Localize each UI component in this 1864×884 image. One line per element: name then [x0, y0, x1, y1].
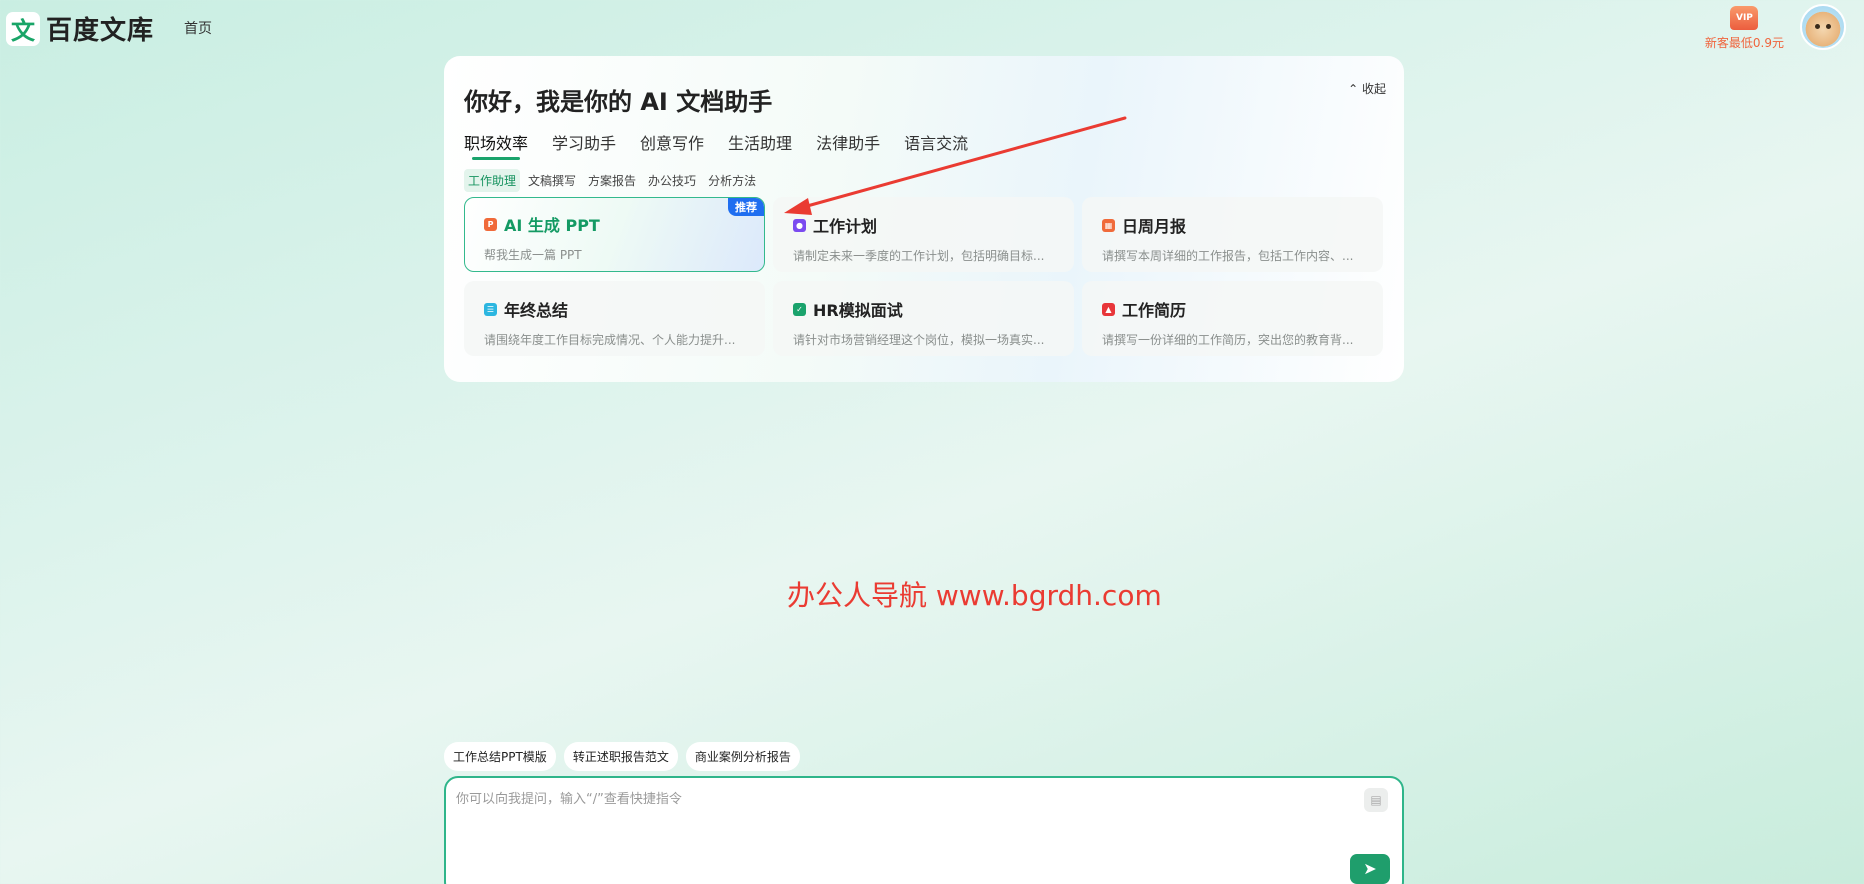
subtab-work-assistant[interactable]: 工作助理 — [464, 169, 521, 192]
nav-home-link[interactable]: 首页 — [184, 18, 212, 38]
chat-input-box: ▤ ➤ — [444, 776, 1404, 884]
tab-language[interactable]: 语言交流 — [904, 130, 968, 160]
vip-promo-text: 新客最低0.9元 — [1704, 36, 1784, 50]
card-title: 年终总结 — [504, 301, 569, 320]
card-year-summary[interactable]: ☰ 年终总结 请围绕年度工作目标完成情况、个人能力提升... — [464, 281, 765, 356]
chevron-up-icon: ⌃ — [1348, 82, 1359, 96]
logo[interactable]: 文 百度文库 — [6, 10, 154, 47]
subtab-writing[interactable]: 文稿撰写 — [524, 169, 580, 192]
watermark-text: 办公人导航 www.bgrdh.com — [787, 579, 1162, 612]
recommend-badge: 推荐 — [728, 198, 764, 216]
subtab-proposal[interactable]: 方案报告 — [584, 169, 640, 192]
user-avatar[interactable] — [1800, 4, 1846, 50]
card-title: HR模拟面试 — [813, 301, 903, 320]
chat-input[interactable] — [456, 788, 1336, 848]
card-desc: 请撰写本周详细的工作报告，包括工作内容、... — [1102, 249, 1354, 263]
card-desc: 请围绕年度工作目标完成情况、个人能力提升... — [484, 333, 736, 347]
send-button[interactable]: ➤ — [1350, 854, 1390, 884]
send-icon: ➤ — [1363, 859, 1377, 878]
card-weekly-report[interactable]: ▦ 日周月报 请撰写本周详细的工作报告，包括工作内容、... — [1082, 197, 1383, 272]
plan-icon: ● — [793, 218, 806, 232]
card-resume[interactable]: ▲ 工作简历 请撰写一份详细的工作简历，突出您的教育背... — [1082, 281, 1383, 356]
card-work-plan[interactable]: ● 工作计划 请制定未来一季度的工作计划，包括明确目标... — [773, 197, 1074, 272]
card-desc: 请制定未来一季度的工作计划，包括明确目标... — [793, 249, 1045, 263]
card-ai-ppt[interactable]: 推荐 P AI 生成 PPT 帮我生成一篇 PPT — [464, 197, 765, 272]
attachment-icon[interactable]: ▤ — [1364, 788, 1388, 812]
report-icon: ▦ — [1102, 218, 1115, 232]
card-title: 日周月报 — [1122, 217, 1187, 236]
ai-assistant-panel: 你好，我是你的 AI 文档助手 ⌃ 收起 职场效率 学习助手 创意写作 生活助理… — [444, 56, 1404, 382]
logo-text: 百度文库 — [46, 16, 155, 46]
card-desc: 请针对市场营销经理这个岗位，模拟一场真实... — [793, 333, 1045, 347]
card-title: 工作计划 — [813, 217, 878, 236]
logo-icon: 文 — [6, 11, 40, 46]
collapse-button[interactable]: ⌃ 收起 — [1348, 80, 1386, 97]
card-desc: 帮我生成一篇 PPT — [484, 248, 582, 262]
subtab-analysis[interactable]: 分析方法 — [704, 169, 760, 192]
interview-icon: ✓ — [793, 302, 806, 316]
suggestion-chips: 工作总结PPT模版 转正述职报告范文 商业案例分析报告 — [444, 742, 800, 771]
prompt-card-grid: 推荐 P AI 生成 PPT 帮我生成一篇 PPT ● 工作计划 请制定未来一季… — [464, 197, 1383, 356]
tab-life[interactable]: 生活助理 — [728, 130, 792, 160]
suggestion-chip[interactable]: 商业案例分析报告 — [685, 742, 800, 771]
card-hr-interview[interactable]: ✓ HR模拟面试 请针对市场营销经理这个岗位，模拟一场真实... — [773, 281, 1074, 356]
page-title: 你好，我是你的 AI 文档助手 — [464, 88, 773, 116]
suggestion-chip[interactable]: 工作总结PPT模版 — [444, 742, 556, 771]
tab-study[interactable]: 学习助手 — [552, 130, 616, 160]
subcategory-tabs: 工作助理 文稿撰写 方案报告 办公技巧 分析方法 — [464, 169, 760, 192]
card-title: 工作简历 — [1122, 301, 1187, 320]
vip-gift-icon: VIP — [1730, 6, 1759, 30]
tab-workplace[interactable]: 职场效率 — [464, 130, 528, 160]
card-title: AI 生成 PPT — [504, 216, 600, 235]
collapse-label: 收起 — [1361, 82, 1386, 96]
suggestion-chip[interactable]: 转正述职报告范文 — [563, 742, 678, 771]
category-tabs: 职场效率 学习助手 创意写作 生活助理 法律助手 语言交流 — [464, 130, 968, 160]
subtab-office-tips[interactable]: 办公技巧 — [644, 169, 700, 192]
summary-icon: ☰ — [484, 302, 497, 316]
tab-legal[interactable]: 法律助手 — [816, 130, 880, 160]
resume-icon: ▲ — [1102, 302, 1115, 316]
tab-creative[interactable]: 创意写作 — [640, 130, 704, 160]
card-desc: 请撰写一份详细的工作简历，突出您的教育背... — [1102, 333, 1354, 347]
ppt-icon: P — [484, 217, 497, 231]
vip-promo[interactable]: VIP 新客最低0.9元 — [1705, 6, 1784, 51]
